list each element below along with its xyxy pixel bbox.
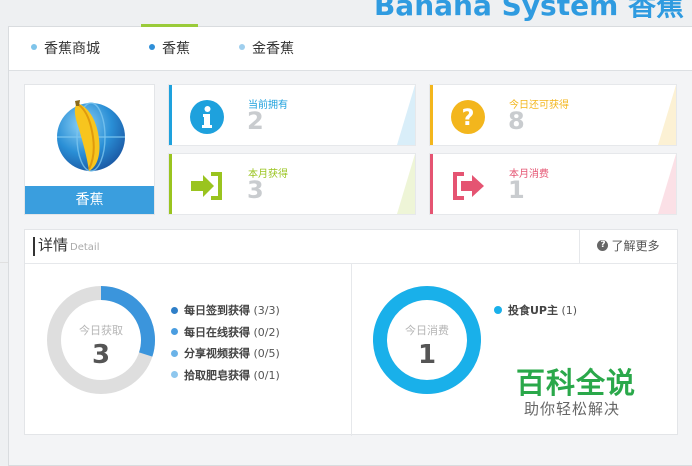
stat-value: 1 (508, 176, 525, 204)
earned-legend: 每日签到获得 (3/3) 每日在线获得 (0/2) 分享视频获得 (0/5) 拾… (171, 303, 280, 389)
legend-label: 每日签到获得 (184, 304, 250, 317)
panel-divider (351, 264, 352, 436)
stat-card-current: 当前拥有 2 (168, 84, 416, 146)
donut-center-label: 今日获取 (79, 323, 123, 337)
legend-item: 每日在线获得 (0/2) (171, 325, 280, 347)
stat-card-month-spent: 本月消费 1 (429, 153, 677, 215)
legend-count: (1) (561, 304, 578, 317)
profile-card: 香蕉 (24, 84, 155, 215)
legend-count: (0/5) (253, 347, 280, 360)
legend-dot (171, 349, 178, 357)
stat-value: 8 (508, 107, 525, 135)
info-icon (190, 100, 224, 134)
legend-item: 每日签到获得 (3/3) (171, 303, 280, 325)
sign-out-icon (453, 172, 484, 200)
accent-bar (430, 85, 433, 145)
legend-label: 拾取肥皂获得 (184, 368, 250, 382)
app-title: Banana System 香蕉 (373, 0, 684, 22)
question-small-icon: ? (597, 240, 609, 251)
banana-globe-icon (57, 100, 125, 172)
legend-label: 投食UP主 (508, 304, 558, 317)
tab-dot (149, 44, 155, 50)
legend-dot (171, 328, 178, 335)
tab-label: 香蕉商城 (44, 41, 100, 57)
profile-name: 香蕉 (25, 186, 154, 214)
stat-card-remaining: ? 今日还可获得 8 (429, 84, 677, 146)
learn-more-button[interactable]: ? 了解更多 (579, 230, 677, 263)
tab-label: 金香蕉 (252, 41, 294, 57)
tab-banana-mall[interactable]: 香蕉商城 (31, 27, 100, 71)
detail-subtitle: Detail (70, 242, 100, 253)
today-spent-donut: 今日消费 1 (373, 286, 481, 394)
legend-item: 投食UP主 (1) (494, 303, 577, 325)
watermark-subtitle: 助你轻松解决 (524, 400, 621, 418)
donut-center-label: 今日消费 (405, 323, 449, 337)
sign-in-icon (191, 172, 222, 200)
tab-bar: 香蕉商城 香蕉 金香蕉 (9, 24, 692, 71)
question-icon: ? (451, 100, 485, 134)
stat-value: 3 (247, 176, 264, 204)
card-fold-decoration (658, 154, 676, 214)
detail-title: 详情 Detail (33, 237, 99, 256)
tab-golden-banana[interactable]: 金香蕉 (239, 27, 294, 71)
learn-more-label: 了解更多 (611, 239, 660, 253)
legend-count: (0/1) (253, 368, 280, 382)
accent-bar (169, 85, 172, 145)
legend-dot (171, 371, 178, 378)
legend-item: 分享视频获得 (0/5) (171, 346, 280, 368)
legend-dot (494, 306, 502, 314)
legend-label: 分享视频获得 (184, 347, 250, 360)
detail-header: 详情 Detail ? 了解更多 (25, 230, 677, 264)
today-earned-donut: 今日获取 3 (47, 286, 155, 394)
tab-banana[interactable]: 香蕉 (141, 24, 198, 71)
legend-item: 拾取肥皂获得 (0/1) (171, 368, 280, 390)
left-edge-divider (0, 262, 8, 274)
accent-bar (430, 154, 433, 214)
watermark-title: 百科全说 (516, 366, 637, 400)
donut-center-value: 1 (418, 340, 436, 370)
stat-value: 2 (247, 107, 264, 135)
svg-text:?: ? (462, 106, 475, 131)
donut-center-value: 3 (92, 340, 110, 370)
detail-title-text: 详情 (38, 236, 69, 254)
tab-dot (239, 44, 245, 50)
legend-dot (171, 306, 178, 314)
card-fold-decoration (658, 85, 676, 145)
card-fold-decoration (397, 154, 415, 214)
stat-card-month-earned: 本月获得 3 (168, 153, 416, 215)
spent-legend: 投食UP主 (1) (494, 303, 577, 325)
legend-count: (3/3) (253, 304, 280, 317)
legend-count: (0/2) (253, 325, 280, 339)
card-fold-decoration (397, 85, 415, 145)
legend-label: 每日在线获得 (184, 325, 250, 339)
accent-bar (169, 154, 172, 214)
tab-dot (31, 44, 37, 50)
tab-label: 香蕉 (162, 41, 190, 57)
